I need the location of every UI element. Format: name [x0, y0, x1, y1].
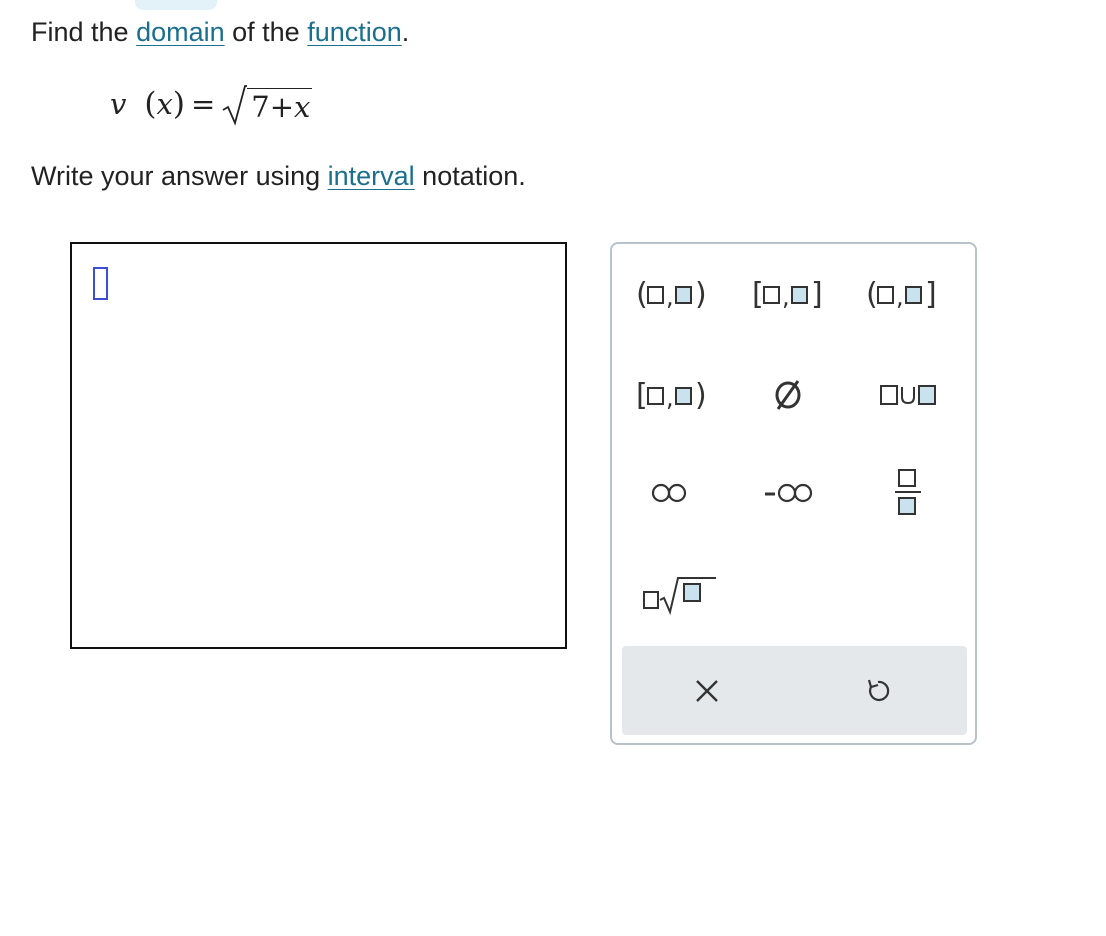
- svg-text:): ): [695, 378, 707, 413]
- svg-text:,: ,: [666, 283, 674, 311]
- function-argument: x: [156, 87, 173, 121]
- svg-text:[: [: [636, 378, 648, 413]
- input-cursor-placeholder: [93, 267, 108, 300]
- undo-button[interactable]: [843, 663, 913, 718]
- empty-set-icon: [775, 380, 801, 410]
- svg-text:,: ,: [896, 283, 904, 311]
- half-closed-interval-icon: [ , ): [636, 378, 707, 413]
- close-paren: ): [172, 86, 185, 122]
- open-interval-icon: ( , ): [636, 277, 707, 312]
- instruction-prompt: Write your answer using interval notatio…: [31, 160, 526, 192]
- open-interval-button[interactable]: ( , ): [626, 264, 726, 324]
- interval-link[interactable]: interval: [328, 161, 415, 191]
- svg-text:[: [: [752, 277, 764, 312]
- empty-set-button[interactable]: [738, 365, 838, 425]
- infinity-icon: [651, 483, 687, 503]
- math-palette: ( , ) [ , ] ( , ] [ , ): [610, 242, 977, 745]
- union-button[interactable]: [864, 365, 964, 425]
- svg-text:): ): [695, 277, 707, 312]
- fraction-icon: [895, 469, 921, 515]
- prompt-text: of the: [224, 17, 308, 47]
- infinity-button[interactable]: [620, 463, 720, 523]
- svg-text:(: (: [866, 277, 878, 312]
- clear-button[interactable]: [672, 663, 742, 718]
- instruction-text: Write your answer using: [31, 161, 328, 191]
- undo-icon: [867, 679, 890, 701]
- answer-input[interactable]: [70, 242, 567, 649]
- negative-infinity-button[interactable]: [743, 463, 843, 523]
- negative-infinity-icon: [765, 483, 813, 503]
- svg-text:]: ]: [811, 277, 823, 312]
- prompt-text: .: [401, 17, 410, 47]
- square-root-sign: [222, 85, 248, 126]
- closed-interval-icon: [ , ]: [752, 277, 823, 312]
- svg-text:]: ]: [925, 277, 937, 312]
- close-icon: [696, 679, 718, 702]
- svg-text:,: ,: [782, 283, 790, 311]
- radicand: 7+x: [247, 87, 313, 125]
- left-closed-right-open-interval-button[interactable]: [ , ): [626, 365, 726, 425]
- plus-sign: +: [269, 89, 295, 124]
- svg-text:(: (: [636, 277, 648, 312]
- domain-link[interactable]: domain: [136, 17, 225, 47]
- palette-footer: [622, 646, 967, 735]
- fraction-button[interactable]: [858, 463, 958, 523]
- left-open-right-closed-interval-button[interactable]: ( , ]: [856, 264, 956, 324]
- open-paren: (: [144, 86, 157, 122]
- top-tab-indicator: [135, 0, 217, 10]
- radicand-number: 7: [251, 89, 270, 124]
- question-prompt: Find the domain of the function.: [31, 16, 409, 48]
- function-link[interactable]: function: [307, 17, 402, 47]
- radicand-variable: x: [294, 89, 311, 124]
- instruction-text: notation.: [414, 161, 526, 191]
- equals-sign: =: [190, 87, 216, 121]
- union-icon: [880, 385, 936, 405]
- prompt-text: Find the: [31, 17, 137, 47]
- nth-root-icon: [643, 577, 716, 616]
- function-equation: v ( x ) = 7+x: [110, 82, 313, 126]
- half-open-interval-icon: ( , ]: [866, 277, 937, 312]
- nth-root-button[interactable]: [628, 564, 728, 624]
- function-name: v: [110, 87, 127, 121]
- svg-text:,: ,: [666, 384, 674, 412]
- closed-interval-button[interactable]: [ , ]: [742, 264, 842, 324]
